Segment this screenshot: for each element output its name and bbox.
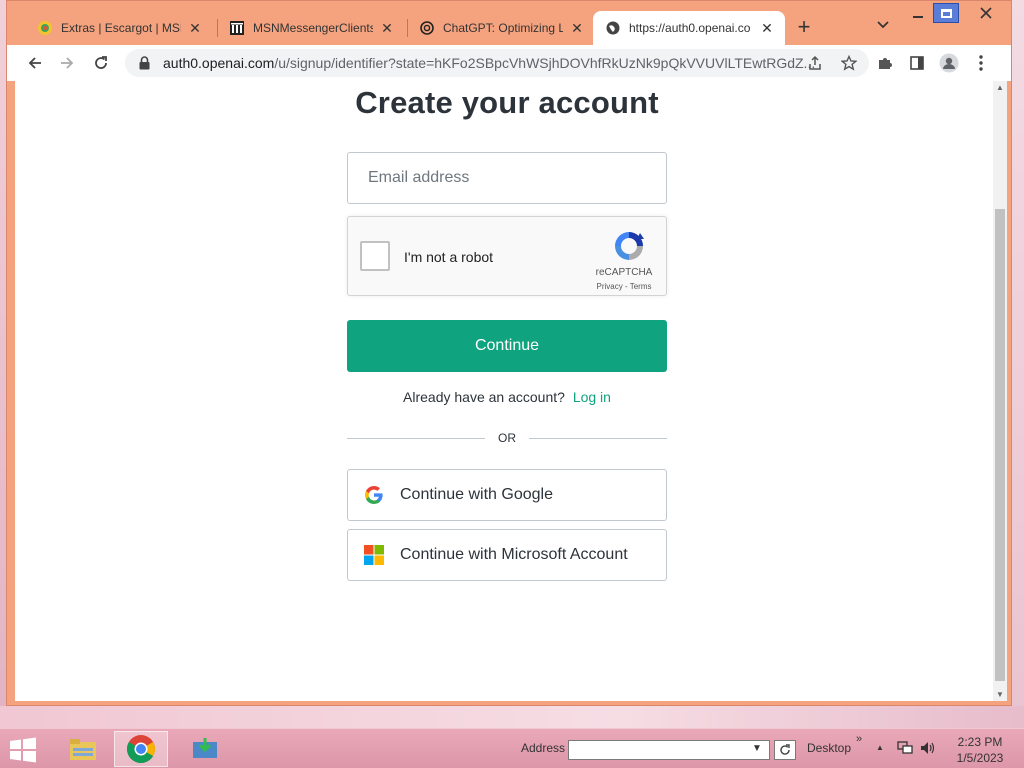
tab-search-button[interactable] [873,17,893,37]
close-icon[interactable]: ✕ [569,20,585,37]
address-toolbar-label: Address [521,741,566,755]
login-prompt: Already have an account? Log in [347,389,667,405]
microsoft-login-button[interactable]: Continue with Microsoft Account [347,529,667,581]
toolbar-overflow-chevron-icon[interactable]: » [856,733,862,745]
tab-strip: Extras | Escargot | MSN ✕ MSNMessengerCl… [7,1,1011,45]
lock-icon [137,55,151,71]
divider-line [529,438,667,439]
desktop-background-bottom [0,706,1024,728]
taskbar-chrome[interactable] [114,731,168,767]
scroll-thumb[interactable] [995,209,1005,681]
continue-button[interactable]: Continue [347,320,667,372]
taskbar-address-input[interactable] [568,740,770,760]
chevron-down-icon[interactable]: ▼ [752,743,762,754]
system-clock[interactable]: 2:23 PM 1/5/2023 [950,734,1010,766]
recaptcha-widget: I'm not a robot reCAPTCHA Privacy - Term… [347,216,667,296]
chevron-down-icon [877,21,889,29]
maximize-icon [940,8,952,18]
reload-button[interactable] [89,51,113,75]
signup-form: Create your account I'm not a robot reCA… [347,81,667,581]
share-icon[interactable] [805,53,825,73]
tab-msn-clients[interactable]: MSNMessengerClients! ✕ [217,11,405,45]
tray-expand-arrow-icon[interactable]: ▲ [876,743,884,752]
install-icon [193,738,217,758]
globe-icon [605,20,621,36]
close-icon [980,7,992,19]
windows-logo-icon [10,737,36,763]
clock-date: 1/5/2023 [956,751,1004,765]
vertical-scrollbar[interactable]: ▲ ▼ [993,81,1007,701]
taskbar-file-explorer[interactable] [56,731,110,767]
minimize-icon [913,16,923,18]
puzzle-icon [879,58,892,69]
scroll-down-arrow-icon[interactable]: ▼ [996,690,1004,699]
desktop-background-right [1012,0,1024,728]
profile-button[interactable] [937,51,961,75]
microsoft-login-label: Continue with Microsoft Account [400,546,628,563]
desktop-toolbar-label[interactable]: Desktop [807,741,851,755]
login-prompt-text: Already have an account? [403,389,565,405]
microsoft-icon [364,545,384,565]
minimize-button[interactable] [905,3,931,23]
recaptcha-brand: reCAPTCHA [595,267,653,278]
arrow-left-icon [28,57,41,69]
menu-button[interactable] [969,51,993,75]
login-link[interactable]: Log in [573,389,611,405]
google-icon [364,485,384,505]
clock-time: 2:23 PM [957,735,1003,749]
tab-title: Extras | Escargot | MSN [61,21,181,35]
forward-button[interactable] [55,51,79,75]
escargot-icon [37,20,53,36]
reload-icon [95,56,107,69]
taskbar: Address ▼ Desktop » ▲ 2:23 PM 1/5/2023 [0,728,1024,768]
close-window-button[interactable] [963,3,1009,23]
back-button[interactable] [23,51,47,75]
tab-escargot[interactable]: Extras | Escargot | MSN ✕ [25,11,213,45]
close-icon[interactable]: ✕ [759,20,775,37]
tab-title: MSNMessengerClients! [253,21,373,35]
museum-icon [229,20,245,36]
side-panel-icon [910,56,924,70]
tab-chatgpt[interactable]: ChatGPT: Optimizing La ✕ [407,11,595,45]
side-panel-button[interactable] [905,51,929,75]
taskbar-app-installer[interactable] [178,731,232,767]
recaptcha-label: I'm not a robot [404,249,494,265]
email-field[interactable] [347,152,667,204]
browser-window: Extras | Escargot | MSN ✕ MSNMessengerCl… [6,0,1012,706]
recaptcha-checkbox[interactable] [360,241,390,271]
extensions-button[interactable] [873,51,897,75]
close-icon[interactable]: ✕ [379,20,395,37]
url-host: auth0.openai.com [163,55,275,71]
google-login-button[interactable]: Continue with Google [347,469,667,521]
tab-title: https://auth0.openai.co [629,21,751,35]
google-login-label: Continue with Google [400,486,553,503]
browser-toolbar: auth0.openai.com/u/signup/identifier?sta… [7,45,1011,81]
folder-icon [70,739,96,760]
recaptcha-links[interactable]: Privacy - Terms [582,282,666,291]
taskbar-address-refresh-button[interactable] [774,740,796,760]
page-title: Create your account [355,85,659,120]
tab-auth0-active[interactable]: https://auth0.openai.co ✕ [593,11,785,45]
network-icon[interactable] [897,741,913,758]
avatar-icon [939,53,959,73]
recaptcha-logo-icon [615,232,644,260]
close-icon[interactable]: ✕ [187,20,203,37]
arrow-right-icon [61,57,74,69]
new-tab-button[interactable]: + [793,15,815,39]
openai-icon [419,20,435,36]
speaker-icon[interactable] [920,741,936,758]
refresh-icon [780,744,790,755]
scroll-up-arrow-icon[interactable]: ▲ [996,83,1004,92]
tab-title: ChatGPT: Optimizing La [443,21,563,35]
kebab-menu-icon [979,55,983,71]
maximize-button[interactable] [933,3,959,23]
or-divider: OR [347,430,667,446]
page-viewport: Create your account I'm not a robot reCA… [15,81,1007,701]
start-button[interactable] [8,737,40,763]
url-text: auth0.openai.com/u/signup/identifier?sta… [163,55,869,71]
address-bar[interactable]: auth0.openai.com/u/signup/identifier?sta… [125,49,869,77]
url-path: /u/signup/identifier?state=hKFo2SBpcVhWS… [274,55,816,71]
bookmark-star-icon[interactable] [839,53,859,73]
chrome-icon [127,735,155,763]
